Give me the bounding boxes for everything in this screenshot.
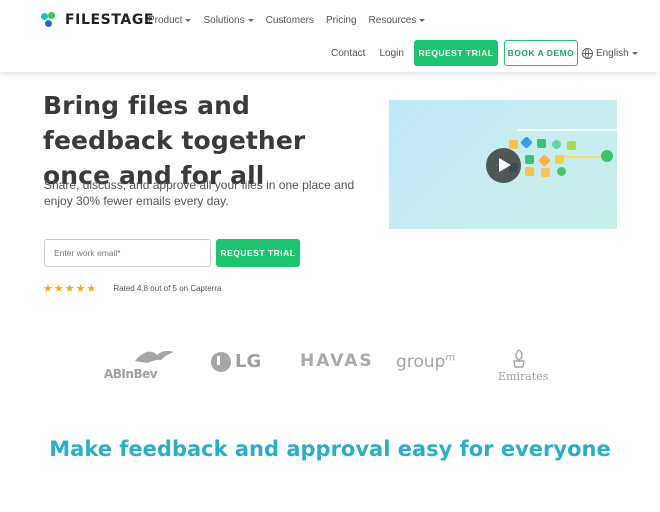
groupm-text: group	[396, 352, 446, 372]
video-decor-shape	[525, 155, 534, 164]
video-decor-shape	[557, 167, 566, 176]
language-selector[interactable]: English	[581, 47, 638, 59]
chevron-down-icon	[631, 51, 638, 55]
emirates-emblem-icon	[513, 349, 525, 368]
header-request-trial-button[interactable]: REQUEST TRIAL	[413, 40, 498, 66]
filestage-logo-icon	[41, 12, 59, 28]
video-decor-shape	[509, 140, 518, 149]
hero-subheadline: Share, discuss, and approve all your fil…	[44, 178, 355, 208]
language-label: English	[595, 47, 629, 59]
video-decor-shape	[537, 139, 546, 148]
work-email-input[interactable]	[44, 239, 211, 267]
video-decor-shape	[567, 141, 576, 150]
site-header: FILESTAGE Product Solutions Customers Pr…	[0, 0, 660, 72]
video-decor-line	[564, 156, 604, 158]
video-decor-shape	[601, 150, 613, 162]
chevron-down-icon	[419, 19, 426, 22]
nav-resources-label: Resources	[368, 15, 417, 26]
lg-logo-icon	[211, 352, 231, 372]
nav-pricing-label: Pricing	[325, 15, 357, 26]
login-link[interactable]: Login	[379, 48, 403, 59]
main-nav: Product Solutions Customers Pricing Reso…	[148, 15, 426, 26]
video-decor-shape	[555, 155, 564, 164]
nav-product[interactable]: Product	[148, 15, 192, 26]
star-icon: ★	[53, 283, 64, 295]
video-decor-shape	[541, 168, 550, 177]
section-title: Make feedback and approval easy for ever…	[49, 437, 611, 461]
abinbev-eagle-icon	[135, 351, 174, 363]
globe-icon	[581, 47, 593, 59]
abinbev-logo: ABInBev	[104, 367, 158, 381]
capterra-rating: ★ ★ ★ ★ ★ Rated 4.8 out of 5 on Capterra	[43, 282, 221, 295]
nav-solutions-label: Solutions	[203, 15, 245, 26]
chevron-down-icon	[185, 19, 192, 22]
groupm-logo: groupm	[396, 352, 455, 372]
nav-product-label: Product	[148, 15, 183, 26]
book-demo-button[interactable]: BOOK A DEMO	[503, 40, 578, 66]
nav-pricing[interactable]: Pricing	[326, 15, 357, 26]
emirates-logo: Emirates	[498, 370, 549, 383]
video-decor-shape	[525, 167, 534, 176]
hero-request-trial-button[interactable]: REQUEST TRIAL	[216, 239, 300, 267]
play-icon[interactable]	[486, 148, 521, 183]
groupm-sup: m	[445, 352, 456, 364]
star-icon: ★	[75, 283, 86, 295]
video-decor-shape	[520, 136, 533, 149]
nav-customers[interactable]: Customers	[266, 15, 314, 26]
filestage-logo[interactable]: FILESTAGE	[41, 12, 154, 28]
rating-text: Rated 4.8 out of 5 on Capterra	[113, 284, 222, 293]
contact-link[interactable]: Contact	[331, 48, 365, 59]
star-icon: ★	[64, 283, 75, 295]
star-icon: ★	[43, 283, 53, 295]
chevron-down-icon	[247, 19, 254, 22]
video-decor-shape	[552, 140, 561, 149]
brand-name: FILESTAGE	[65, 12, 155, 28]
star-half-icon: ★	[86, 283, 97, 295]
customer-logos: ABInBev LG HAVAS groupm Emirates	[0, 345, 660, 385]
header-actions: Contact Login REQUEST TRIAL BOOK A DEMO …	[331, 40, 638, 66]
nav-customers-label: Customers	[265, 15, 314, 26]
nav-solutions[interactable]: Solutions	[203, 15, 254, 26]
nav-resources[interactable]: Resources	[369, 15, 426, 26]
product-video[interactable]	[389, 100, 617, 229]
video-decor-shape	[538, 154, 551, 167]
havas-logo: HAVAS	[300, 351, 374, 371]
lg-logo: LG	[235, 351, 262, 372]
video-decor-line	[517, 129, 617, 131]
